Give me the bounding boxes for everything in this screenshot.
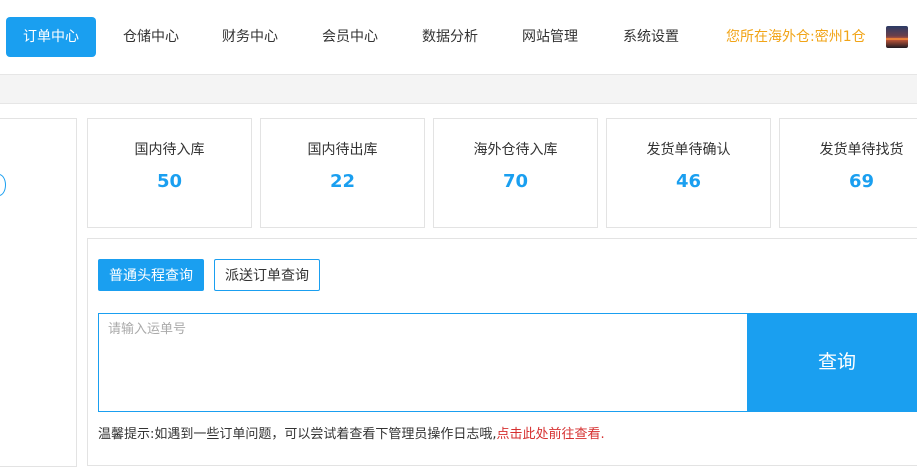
stat-card-domestic-pending-outbound[interactable]: 国内待出库 22 — [260, 118, 425, 228]
nav-finance-center[interactable]: 财务中心 — [205, 17, 295, 57]
stat-value: 46 — [675, 171, 702, 192]
top-navigation: 订单中心 仓储中心 财务中心 会员中心 数据分析 网站管理 系统设置 您所在海外… — [0, 0, 917, 74]
stat-card-shipment-pending-picking[interactable]: 发货单待找货 69 — [779, 118, 917, 228]
tab-delivery-order-query[interactable]: 派送订单查询 — [214, 259, 320, 291]
nav-warehouse-center[interactable]: 仓储中心 — [106, 17, 196, 57]
stat-label: 国内待出库 — [307, 142, 378, 158]
avatar[interactable] — [886, 26, 908, 48]
nav-data-analysis[interactable]: 数据分析 — [405, 17, 495, 57]
tracking-number-input[interactable] — [98, 313, 748, 412]
nav-member-center[interactable]: 会员中心 — [305, 17, 395, 57]
stat-value: 70 — [502, 171, 529, 192]
query-button[interactable]: 查询 — [747, 313, 917, 412]
stat-value: 22 — [329, 171, 356, 192]
current-warehouse-location[interactable]: 您所在海外仓:密州1仓 — [726, 17, 866, 57]
side-panel — [0, 118, 77, 467]
view-log-link[interactable]: 点击此处前往查看. — [497, 427, 605, 442]
stat-label: 发货单待确认 — [646, 142, 731, 158]
stat-label: 海外仓待入库 — [473, 142, 558, 158]
stat-card-overseas-pending-inbound[interactable]: 海外仓待入库 70 — [433, 118, 598, 228]
stat-value: 50 — [156, 171, 183, 192]
stat-label: 国内待入库 — [134, 142, 205, 158]
nav-order-center[interactable]: 订单中心 — [6, 17, 96, 57]
hint-text: 温馨提示:如遇到一些订单问题，可以尝试着查看下管理员操作日志哦,点击此处前往查看… — [98, 423, 605, 442]
hint-message: 温馨提示:如遇到一些订单问题，可以尝试着查看下管理员操作日志哦, — [98, 427, 497, 442]
nav-system-settings[interactable]: 系统设置 — [606, 17, 696, 57]
nav-website-management[interactable]: 网站管理 — [505, 17, 595, 57]
breadcrumb-bar — [0, 74, 917, 104]
tab-first-leg-query[interactable]: 普通头程查询 — [98, 259, 204, 291]
stat-value: 69 — [848, 171, 875, 192]
stat-label: 发货单待找货 — [819, 142, 904, 158]
stat-card-domestic-pending-inbound[interactable]: 国内待入库 50 — [87, 118, 252, 228]
stat-card-shipment-pending-confirm[interactable]: 发货单待确认 46 — [606, 118, 771, 228]
